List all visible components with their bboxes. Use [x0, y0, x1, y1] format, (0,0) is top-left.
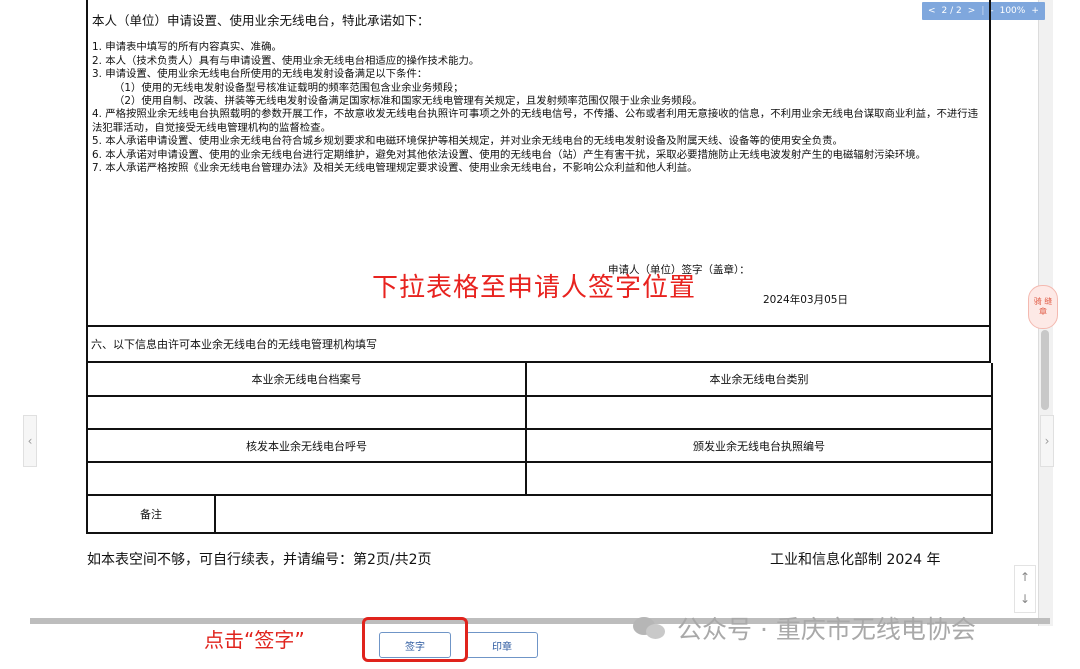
vertical-scrollbar-thumb[interactable] — [1041, 330, 1049, 410]
pledge-item: 2. 本人（技术负责人）具有与申请设置、使用业余无线电台相适应的操作技术能力。 — [92, 54, 480, 67]
station-category-cell[interactable] — [525, 395, 993, 430]
station-category-header: 本业余无线电台类别 — [525, 363, 993, 397]
pledge-section: 本人（单位）申请设置、使用业余无线电台，特此承诺如下： 1. 申请表中填写的所有… — [86, 0, 991, 327]
note-cell[interactable] — [214, 494, 993, 534]
prev-page-handle[interactable]: ‹ — [23, 415, 37, 467]
pledge-subitem: （1）使用的无线电发射设备型号核准证载明的频率范围包含业余业务频段； — [114, 81, 464, 94]
pledge-item: 3. 申请设置、使用业余无线电台所使用的无线电发射设备满足以下条件： — [92, 68, 428, 81]
chevron-right-icon: › — [1044, 434, 1050, 448]
authority-info-table: 本业余无线电台档案号 本业余无线电台类别 核发本业余无线电台呼号 颁发业余无线电… — [86, 363, 993, 534]
pledge-subitem: （2）使用自制、改装、拼装等无线电发射设备满足国家标准和国家无线电管理有关规定，… — [114, 95, 703, 108]
highlight-box — [362, 617, 468, 662]
watermark-text: 公众号 · 重庆市无线电协会 — [677, 615, 976, 644]
license-number-header: 颁发业余无线电台执照编号 — [525, 428, 993, 463]
license-number-cell[interactable] — [525, 461, 993, 496]
section6-title: 六、以下信息由许可本业余无线电台的无线电管理机构填写 — [86, 327, 991, 363]
signature-date: 2024年03月05日 — [763, 294, 848, 306]
call-sign-cell[interactable] — [86, 461, 527, 496]
scroll-down-icon[interactable]: ↓ — [1015, 588, 1035, 610]
click-instruction-annotation: 点击“签字” — [204, 628, 305, 652]
issuer-note: 工业和信息化部制 2024 年 — [770, 552, 941, 568]
chevron-left-icon: ‹ — [27, 434, 33, 448]
scroll-instruction-annotation: 下拉表格至申请人签字位置 — [372, 273, 697, 303]
pledge-item: 5. 本人承诺申请设置、使用业余无线电台符合城乡规划要求和电磁环境保护等相关规定… — [92, 135, 843, 148]
pledge-intro: 本人（单位）申请设置、使用业余无线电台，特此承诺如下： — [92, 13, 430, 28]
pledge-item: 1. 申请表中填写的所有内容真实、准确。 — [92, 41, 282, 54]
note-label: 备注 — [86, 494, 216, 534]
wechat-watermark: 公众号 · 重庆市无线电协会 — [633, 610, 976, 646]
next-page-handle[interactable]: › — [1040, 415, 1054, 467]
archive-number-cell[interactable] — [86, 395, 527, 430]
wechat-icon — [633, 615, 669, 641]
form-page: 本人（单位）申请设置、使用业余无线电台，特此承诺如下： 1. 申请表中填写的所有… — [86, 0, 993, 534]
pledge-item: 6. 本人承诺对申请设置、使用的业余无线电台进行定期维护，避免对其他依法设置、使… — [92, 148, 927, 161]
pledge-item: 4. 严格按照业余无线电台执照载明的参数开展工作，不故意收发无线电台执照许可事项… — [92, 108, 979, 134]
call-sign-header: 核发本业余无线电台呼号 — [86, 428, 527, 463]
seam-seal-badge[interactable]: 骑 缝 章 — [1028, 285, 1058, 329]
zoom-in-button[interactable]: + — [1031, 6, 1039, 16]
scroll-up-icon[interactable]: ↑ — [1015, 566, 1035, 588]
pledge-item: 7. 本人承诺严格按照《业余无线电台管理办法》及相关无线电管理规定要求设置、使用… — [92, 162, 698, 175]
scroll-arrows: ↑ ↓ — [1014, 565, 1036, 613]
document-viewer: ‹ › < 2 / 2 > | - 100% + 本人（单位）申请设置、使用业余… — [0, 0, 1080, 669]
seal-button[interactable]: 印章 — [466, 632, 538, 658]
zoom-level: 100% — [999, 6, 1026, 16]
archive-number-header: 本业余无线电台档案号 — [86, 363, 527, 397]
continuation-note: 如本表空间不够，可自行续表，并请编号：第2页/共2页 — [87, 552, 432, 568]
